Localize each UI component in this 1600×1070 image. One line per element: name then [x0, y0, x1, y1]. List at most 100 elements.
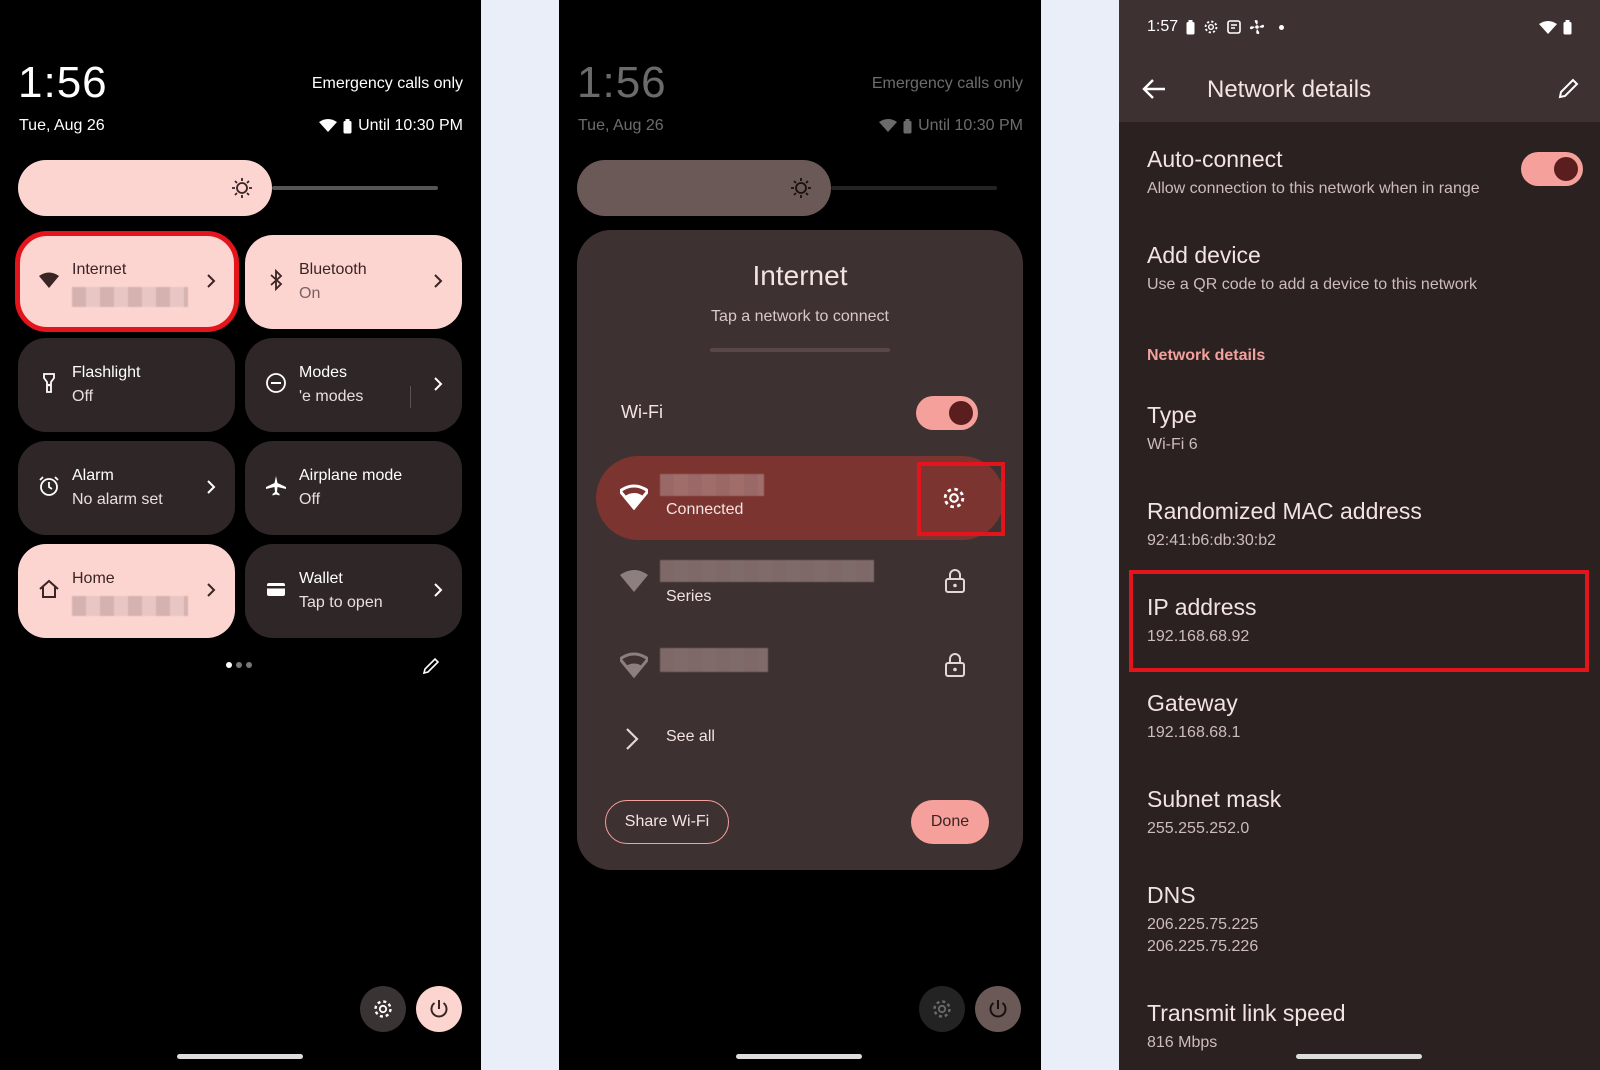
tile-wallet[interactable]: Wallet Tap to open — [245, 544, 462, 638]
brightness-track — [831, 186, 997, 190]
detail-title: Type — [1147, 402, 1197, 428]
auto-connect-row[interactable]: Auto-connect Allow connection to this ne… — [1119, 122, 1600, 218]
wifi-toggle[interactable] — [916, 396, 978, 430]
home-icon — [39, 579, 59, 598]
redacted-home-name — [72, 596, 188, 616]
tile-modes[interactable]: Modes 'e modes — [245, 338, 462, 432]
carrier-status: Emergency calls only — [311, 75, 463, 92]
screenshot-icon — [1227, 20, 1241, 34]
tile-flashlight[interactable]: Flashlight Off — [18, 338, 235, 432]
tile-bluetooth[interactable]: Bluetooth On — [245, 235, 462, 329]
wifi-status-icon — [1539, 20, 1557, 34]
battery-icon — [1186, 19, 1195, 34]
redacted-network-name — [660, 648, 768, 672]
tile-title: Flashlight — [72, 364, 141, 381]
brightness-icon — [232, 178, 252, 198]
status-bar: 1:57 — [1147, 18, 1285, 36]
page-title: Network details — [1207, 76, 1372, 103]
network-item[interactable] — [596, 626, 1004, 706]
auto-connect-toggle[interactable] — [1521, 152, 1583, 186]
dialog-title: Internet — [752, 260, 848, 291]
gesture-nav-bar[interactable] — [736, 1054, 862, 1059]
network-status: Series — [666, 588, 712, 605]
detail-value: 816 Mbps — [1147, 1034, 1218, 1051]
dialog-subtitle: Tap a network to connect — [711, 308, 889, 325]
network-item[interactable]: Series — [596, 542, 1004, 622]
power-button — [975, 986, 1021, 1032]
flashlight-icon — [43, 373, 55, 393]
wifi-status-icon — [879, 119, 898, 132]
gesture-nav-bar[interactable] — [1296, 1054, 1422, 1059]
detail-row-dns: DNS 206.225.75.225 206.225.75.226 — [1119, 862, 1600, 980]
see-all-item[interactable]: See all — [596, 708, 1004, 768]
status-row: Until 10:30 PM — [319, 117, 463, 135]
gear-icon — [933, 1000, 951, 1018]
status-row: Until 10:30 PM — [879, 117, 1023, 135]
gesture-nav-bar[interactable] — [177, 1054, 303, 1059]
battery-icon — [1563, 20, 1572, 35]
battery-status: Until 10:30 PM — [358, 117, 463, 134]
detail-row-type: Type Wi-Fi 6 — [1119, 382, 1600, 478]
detail-title: Gateway — [1147, 690, 1238, 716]
auto-connect-title: Auto-connect — [1147, 146, 1283, 172]
see-all-label: See all — [666, 728, 715, 745]
alarm-icon — [39, 476, 59, 496]
chevron-right-icon — [434, 583, 443, 597]
tile-subtitle: 'e modes — [299, 388, 364, 405]
status-time: 1:57 — [1147, 18, 1179, 35]
tile-home[interactable]: Home — [18, 544, 235, 638]
settings-button — [919, 986, 965, 1032]
detail-value: 192.168.68.1 — [1147, 724, 1241, 741]
detail-title: Transmit link speed — [1147, 1000, 1346, 1026]
brightness-slider — [577, 160, 831, 216]
done-button[interactable]: Done — [911, 800, 989, 844]
page-indicator[interactable] — [226, 662, 252, 668]
detail-row-gateway: Gateway 192.168.68.1 — [1119, 670, 1600, 766]
tile-alarm[interactable]: Alarm No alarm set — [18, 441, 235, 535]
wifi-icon — [620, 484, 648, 510]
power-icon — [989, 1000, 1007, 1018]
back-arrow-icon[interactable] — [1141, 78, 1167, 100]
edit-icon[interactable] — [421, 656, 441, 676]
tile-title: Modes — [299, 364, 348, 381]
tile-subtitle: Off — [299, 491, 321, 508]
settings-button[interactable] — [360, 986, 406, 1032]
detail-value: 206.225.75.226 — [1147, 938, 1259, 955]
clock: 1:56 — [18, 58, 108, 107]
chevron-right-icon — [207, 480, 216, 494]
tile-subtitle: Tap to open — [299, 594, 383, 611]
tile-subtitle: No alarm set — [72, 491, 163, 508]
divider — [410, 386, 411, 408]
battery-status: Until 10:30 PM — [918, 117, 1023, 134]
redacted-network-name — [660, 474, 764, 496]
battery-icon — [903, 118, 912, 133]
quick-settings-panel: 1:56 Tue, Aug 26 Emergency calls only Un… — [0, 0, 481, 1070]
wifi-status-icon — [319, 119, 338, 132]
date: Tue, Aug 26 — [19, 117, 105, 134]
highlight-internet-tile — [15, 231, 239, 332]
internet-dialog: Internet Tap a network to connect Wi-Fi … — [577, 230, 1023, 870]
tile-title: Airplane mode — [299, 467, 403, 484]
top-app-bar: 1:57 Network details — [1119, 0, 1600, 122]
share-wifi-button[interactable]: Share Wi-Fi — [605, 800, 729, 844]
add-device-row[interactable]: Add device Use a QR code to add a device… — [1119, 218, 1600, 314]
edit-icon[interactable] — [1557, 76, 1581, 100]
power-button[interactable] — [416, 986, 462, 1032]
detail-title: Subnet mask — [1147, 786, 1282, 812]
section-header: Network details — [1147, 347, 1266, 364]
status-icons-right — [1539, 20, 1572, 35]
wallet-icon — [267, 583, 285, 596]
network-details-screen: 1:57 Network details Auto-connect Allow … — [1119, 0, 1600, 1070]
tile-airplane-mode[interactable]: Airplane mode Off — [245, 441, 462, 535]
detail-row-mac: Randomized MAC address 92:41:b6:db:30:b2 — [1119, 478, 1600, 574]
date: Tue, Aug 26 — [578, 117, 664, 134]
brightness-slider[interactable] — [18, 160, 272, 216]
gear-icon — [1204, 20, 1218, 34]
detail-value: 255.255.252.0 — [1147, 820, 1250, 837]
progress-divider — [710, 348, 890, 352]
highlight-network-settings — [917, 462, 1005, 536]
add-device-title: Add device — [1147, 242, 1261, 268]
chevron-right-icon — [434, 274, 443, 288]
tile-subtitle: On — [299, 285, 321, 302]
wifi-icon — [620, 570, 648, 592]
